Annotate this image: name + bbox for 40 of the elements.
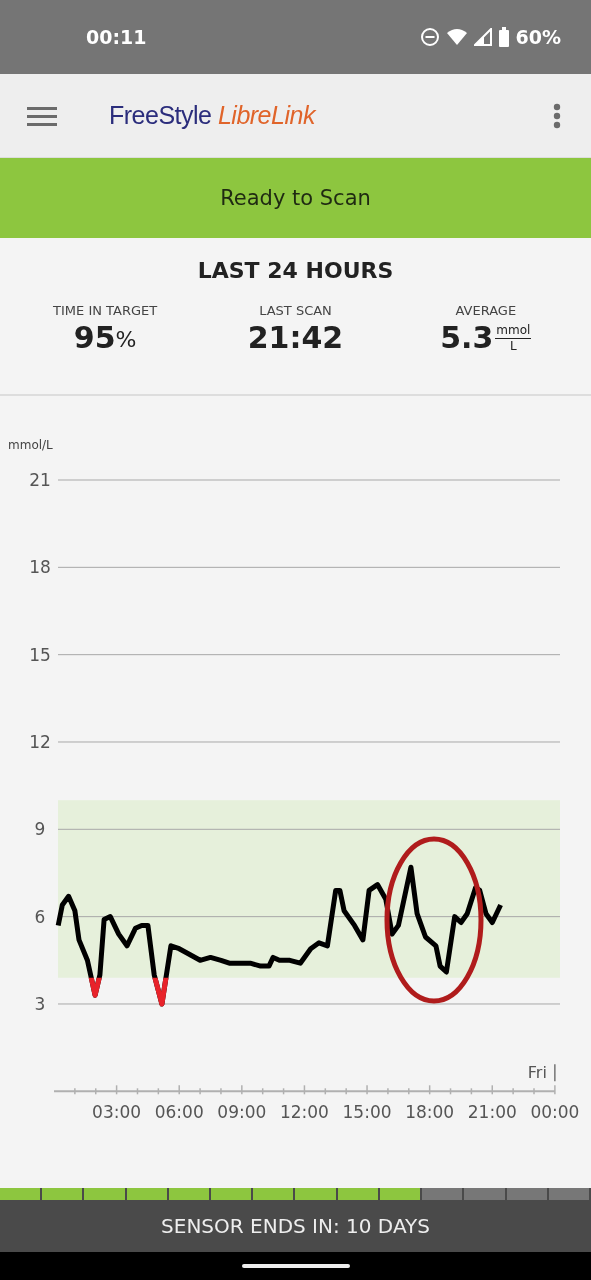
- y-tick-label: 6: [34, 906, 46, 927]
- banner-text: Ready to Scan: [220, 186, 371, 210]
- x-tick-label: 15:00: [342, 1102, 392, 1123]
- y-tick-label: 9: [34, 819, 46, 840]
- stat-label: LAST SCAN: [259, 303, 332, 318]
- x-tick-label: 18:00: [405, 1102, 455, 1123]
- do-not-disturb-icon: [419, 27, 440, 47]
- app-logo: FreeStyle LibreLink: [109, 101, 315, 130]
- x-tick-label: 03:00: [92, 1102, 142, 1123]
- y-tick-label: 18: [29, 557, 51, 578]
- y-tick-label: 15: [29, 644, 51, 665]
- x-tick-label: 00:00: [530, 1102, 580, 1123]
- x-tick-label: 12:00: [279, 1102, 329, 1123]
- x-tick-label: 09:00: [217, 1102, 267, 1123]
- x-tick-label: 06:00: [154, 1102, 204, 1123]
- stat-label: TIME IN TARGET: [53, 303, 158, 318]
- stat-label: AVERAGE: [455, 303, 517, 318]
- unit-denominator: L: [510, 338, 517, 353]
- wifi-icon: [445, 28, 468, 46]
- y-tick-label: 12: [29, 732, 51, 752]
- scan-banner[interactable]: Ready to Scan: [0, 158, 591, 238]
- more-options-icon[interactable]: [553, 102, 561, 129]
- signal-icon: [473, 28, 492, 46]
- day-label: Fri: [527, 1063, 547, 1083]
- unit-numerator: mmol: [495, 322, 532, 339]
- battery-percentage: 60%: [515, 26, 561, 48]
- y-tick-label: 21: [29, 470, 51, 490]
- x-tick-label: 21:00: [467, 1102, 517, 1123]
- summary-title: LAST 24 HOURS: [196, 258, 395, 283]
- menu-icon[interactable]: [27, 105, 57, 126]
- clock: 00:11: [86, 26, 147, 48]
- battery-icon: [497, 27, 510, 47]
- y-tick-label: 3: [34, 993, 46, 1014]
- stat-value: 21:42: [247, 320, 344, 355]
- stat-value: 95: [73, 320, 116, 355]
- y-axis-label: mmol/L: [8, 438, 53, 452]
- stat-value: 5.3: [440, 320, 494, 355]
- sensor-status-text: SENSOR ENDS IN: 10 DAYS: [161, 1214, 430, 1238]
- home-handle[interactable]: [241, 1264, 350, 1268]
- stat-unit: %: [115, 327, 137, 352]
